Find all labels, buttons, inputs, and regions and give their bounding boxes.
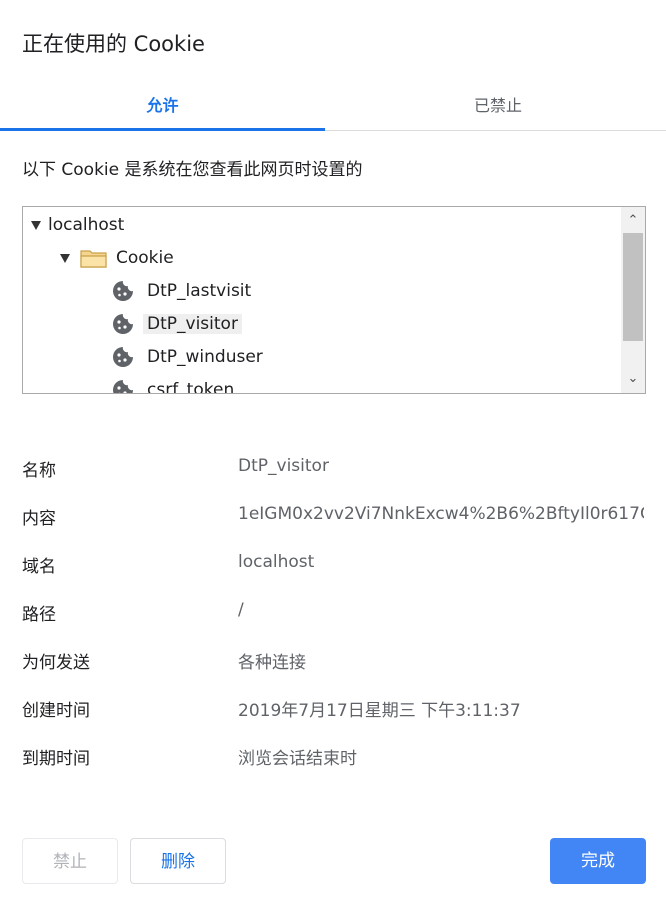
detail-value: / <box>238 600 244 620</box>
scroll-down-icon[interactable]: ⌄ <box>621 369 645 389</box>
cookie-icon <box>111 345 135 369</box>
folder-icon <box>80 248 108 268</box>
detail-name-row: 名称 DtP_visitor <box>22 456 644 486</box>
cookie-icon <box>111 312 135 336</box>
done-button[interactable]: 完成 <box>550 838 646 884</box>
cookie-name: DtP_winduser <box>147 347 263 367</box>
detail-label: 创建时间 <box>22 701 90 721</box>
block-button[interactable]: 禁止 <box>22 838 118 884</box>
dialog-title: 正在使用的 Cookie <box>22 32 205 56</box>
scroll-thumb[interactable] <box>623 233 643 341</box>
detail-value: 各种连接 <box>238 653 306 673</box>
detail-domain-row: 域名 localhost <box>22 552 644 582</box>
tree-cookie-item[interactable]: csrf_token <box>111 375 235 394</box>
detail-label: 为何发送 <box>22 653 90 673</box>
tree-cookie-item[interactable]: DtP_lastvisit <box>111 276 251 306</box>
cookie-icon <box>111 378 135 393</box>
tab-active-indicator <box>0 128 325 131</box>
detail-label: 到期时间 <box>22 749 90 769</box>
detail-label: 域名 <box>22 557 56 577</box>
tab-blocked[interactable]: 已禁止 <box>333 82 663 129</box>
tab-allowed[interactable]: 允许 <box>0 82 325 131</box>
tree-node-folder[interactable]: Cookie <box>60 243 174 273</box>
detail-value: 1eIGM0x2vv2Vi7NnkExcw4%2B6%2BftyIl0r617C <box>238 504 644 524</box>
detail-label: 路径 <box>22 605 56 625</box>
tab-blocked-label: 已禁止 <box>473 96 522 115</box>
expand-triangle-icon[interactable] <box>60 253 70 263</box>
tree-scrollbar[interactable]: ⌃ ⌄ <box>621 207 645 393</box>
detail-value: localhost <box>238 552 315 572</box>
tab-bar: 允许 已禁止 <box>0 82 666 131</box>
delete-button[interactable]: 删除 <box>130 838 226 884</box>
detail-value: DtP_visitor <box>238 456 329 476</box>
tab-allowed-label: 允许 <box>146 96 179 115</box>
scroll-up-icon[interactable]: ⌃ <box>621 211 645 231</box>
cookie-name: DtP_visitor <box>143 314 242 334</box>
tree-cookie-item[interactable]: DtP_winduser <box>111 342 263 372</box>
cookie-tree[interactable]: localhost Cookie DtP_lastvisit DtP_visit… <box>22 206 646 394</box>
cookie-description: 以下 Cookie 是系统在您查看此网页时设置的 <box>22 160 363 180</box>
cookie-name: csrf_token <box>147 380 235 394</box>
detail-path-row: 路径 / <box>22 600 644 630</box>
detail-created-row: 创建时间 2019年7月17日星期三 下午3:11:37 <box>22 696 644 726</box>
cookie-icon <box>111 279 135 303</box>
tree-cookie-item-selected[interactable]: DtP_visitor <box>111 309 242 339</box>
detail-label: 名称 <box>22 461 56 481</box>
tree-node-host[interactable]: localhost <box>31 210 124 240</box>
expand-triangle-icon[interactable] <box>31 220 41 230</box>
detail-expires-row: 到期时间 浏览会话结束时 <box>22 744 644 774</box>
tree-host-label: localhost <box>48 215 125 235</box>
cookie-name: DtP_lastvisit <box>147 281 252 301</box>
detail-value: 浏览会话结束时 <box>238 749 357 769</box>
detail-content-row: 内容 1eIGM0x2vv2Vi7NnkExcw4%2B6%2BftyIl0r6… <box>22 504 644 534</box>
detail-label: 内容 <box>22 509 56 529</box>
detail-send-row: 为何发送 各种连接 <box>22 648 644 678</box>
tree-folder-label: Cookie <box>116 248 174 268</box>
detail-value: 2019年7月17日星期三 下午3:11:37 <box>238 701 521 721</box>
